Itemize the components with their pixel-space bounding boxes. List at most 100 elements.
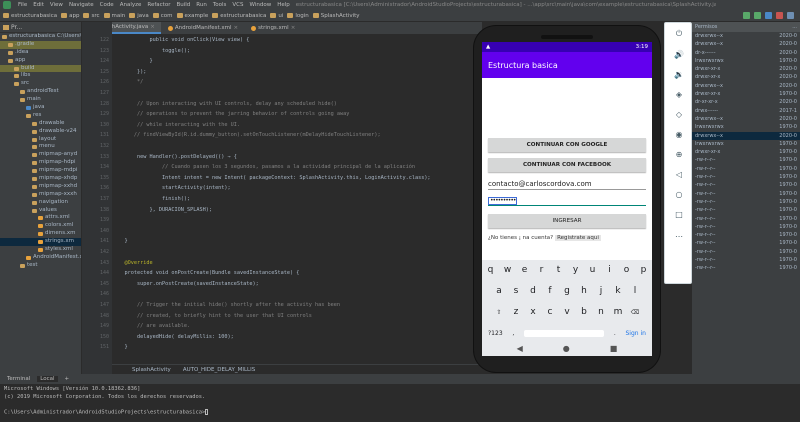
key[interactable]: n	[593, 305, 610, 319]
file-row[interactable]: -rw-r--r-- 1970-0	[692, 248, 800, 256]
tree-item[interactable]: androidTest	[0, 88, 81, 96]
breadcrumb-item[interactable]: estructurabasica	[212, 13, 266, 19]
file-row[interactable]: -rw-r--r-- 1970-0	[692, 156, 800, 164]
file-row[interactable]: drwx------ 2017-1	[692, 107, 800, 115]
tree-item[interactable]: .gradle	[0, 40, 81, 49]
close-icon[interactable]: ×	[291, 25, 296, 31]
volume-down-icon[interactable]: 🔉	[671, 67, 687, 81]
more-icon[interactable]: ⋯	[671, 229, 687, 243]
key[interactable]: o	[618, 263, 635, 277]
file-row[interactable]: -rw-r--r-- 1970-0	[692, 231, 800, 239]
key[interactable]: q	[482, 263, 499, 277]
key[interactable]: j	[593, 284, 610, 298]
file-row[interactable]: drwxrwx--x 2020-0	[692, 32, 800, 40]
tree-item[interactable]: mipmap-mdpi	[0, 167, 81, 175]
key[interactable]: c	[542, 305, 559, 319]
key[interactable]: z	[508, 305, 525, 319]
google-login-button[interactable]: CONTINUAR CON GOOGLE	[488, 138, 646, 152]
tree-item[interactable]: mipmap-xxxh	[0, 191, 81, 199]
key[interactable]: r	[533, 263, 550, 277]
editor-tab[interactable]: strings.xml ×	[245, 22, 302, 34]
date-column-header[interactable]: ...	[792, 24, 797, 30]
nav-back-icon[interactable]: ◀	[517, 344, 523, 353]
breadcrumb-item[interactable]: SplashActivity	[312, 13, 360, 19]
new-terminal-button[interactable]: +	[62, 376, 73, 382]
breadcrumb-item[interactable]: estructurabasica	[3, 13, 57, 19]
key[interactable]: m	[610, 305, 627, 319]
file-row[interactable]: -rw-r--r-- 1970-0	[692, 165, 800, 173]
editor-tab[interactable]: AndroidManifest.xml ×	[161, 22, 245, 34]
breadcrumb-item[interactable]: main	[103, 13, 125, 19]
facebook-login-button[interactable]: CONTINUAR CON FACEBOOK	[488, 158, 646, 172]
tree-item[interactable]: res	[0, 112, 81, 120]
key[interactable]: t	[550, 263, 567, 277]
file-row[interactable]: drwxrwx--x 2020-0	[692, 115, 800, 123]
tree-item[interactable]: libs	[0, 72, 81, 80]
symbols-key[interactable]: ?123	[488, 330, 503, 337]
zoom-icon[interactable]: ⊕	[671, 147, 687, 161]
key[interactable]: b	[576, 305, 593, 319]
breadcrumb-item[interactable]: com	[152, 13, 173, 19]
tree-item[interactable]: styles.xml	[0, 246, 81, 254]
project-header[interactable]: Pr...	[0, 22, 81, 33]
sign-in-key[interactable]: Sign in	[625, 330, 645, 337]
screenshot-icon[interactable]: ◉	[671, 127, 687, 141]
key[interactable]: x	[525, 305, 542, 319]
key[interactable]: p	[635, 263, 652, 277]
key[interactable]: u	[584, 263, 601, 277]
key[interactable]: w	[499, 263, 516, 277]
key[interactable]: a	[491, 284, 508, 298]
comma-key[interactable]: ,	[512, 330, 514, 337]
file-row[interactable]: dr-x------ 2020-0	[692, 49, 800, 57]
tree-item[interactable]: test	[0, 262, 81, 270]
breadcrumb-item[interactable]: login	[287, 13, 309, 19]
sync-icon[interactable]	[787, 12, 794, 19]
tree-item[interactable]: dimens.xm	[0, 230, 81, 238]
debug-icon[interactable]	[754, 12, 761, 19]
breadcrumb-item[interactable]: java	[129, 13, 149, 19]
file-row[interactable]: -rw-r--r-- 1970-0	[692, 206, 800, 214]
file-row[interactable]: -rw-r--r-- 1970-0	[692, 239, 800, 247]
key[interactable]: h	[576, 284, 593, 298]
file-row[interactable]: drwxr-xr-x 2020-0	[692, 65, 800, 73]
file-row[interactable]: drwxr-xr-x 1970-0	[692, 90, 800, 98]
menu-build[interactable]: Build	[176, 2, 190, 8]
tree-item[interactable]: main	[0, 96, 81, 104]
menu-run[interactable]: Run	[196, 2, 207, 8]
breadcrumb-item[interactable]: ui	[270, 13, 283, 19]
key[interactable]: y	[567, 263, 584, 277]
breadcrumb-item[interactable]: example	[176, 13, 208, 19]
tab-local[interactable]: Local	[37, 376, 58, 382]
profile-icon[interactable]	[765, 12, 772, 19]
file-row[interactable]: lrwxrwxrwx 1970-0	[692, 123, 800, 131]
key[interactable]: k	[610, 284, 627, 298]
key[interactable]: s	[508, 284, 525, 298]
close-icon[interactable]: ×	[150, 24, 155, 30]
terminal-output[interactable]: Microsoft Windows [Versión 10.0.18362.83…	[0, 384, 800, 422]
file-row[interactable]: -rw-r--r-- 1970-0	[692, 190, 800, 198]
tree-item[interactable]: .idea	[0, 49, 81, 57]
tree-item[interactable]: src	[0, 80, 81, 88]
menu-navigate[interactable]: Navigate	[69, 2, 94, 8]
editor-class-crumb[interactable]: SplashActivity	[132, 367, 171, 373]
menu-tools[interactable]: Tools	[213, 2, 227, 8]
stop-icon[interactable]	[776, 12, 783, 19]
tree-item[interactable]: java	[0, 104, 81, 112]
key[interactable]: i	[601, 263, 618, 277]
rotate-right-icon[interactable]: ◇	[671, 107, 687, 121]
power-icon[interactable]: ⏻	[671, 27, 687, 41]
tree-item[interactable]: build	[0, 64, 81, 73]
file-row[interactable]: -rw-r--r-- 1970-0	[692, 198, 800, 206]
permissions-column-header[interactable]: Permisos	[695, 24, 717, 30]
tree-item[interactable]: app	[0, 57, 81, 65]
tree-item[interactable]: mipmap-xxhd	[0, 183, 81, 191]
tree-item[interactable]: values	[0, 207, 81, 215]
email-field[interactable]: contacto@carloscordova.com	[488, 177, 646, 190]
file-row[interactable]: lrwxrwxrwx 1970-0	[692, 57, 800, 65]
space-key[interactable]	[524, 329, 605, 337]
file-row[interactable]: -rw-r--r-- 1970-0	[692, 215, 800, 223]
volume-up-icon[interactable]: 🔊	[671, 47, 687, 61]
tree-item[interactable]: menu	[0, 143, 81, 151]
key[interactable]: l	[627, 284, 644, 298]
file-row[interactable]: -rw-r--r-- 1970-0	[692, 223, 800, 231]
